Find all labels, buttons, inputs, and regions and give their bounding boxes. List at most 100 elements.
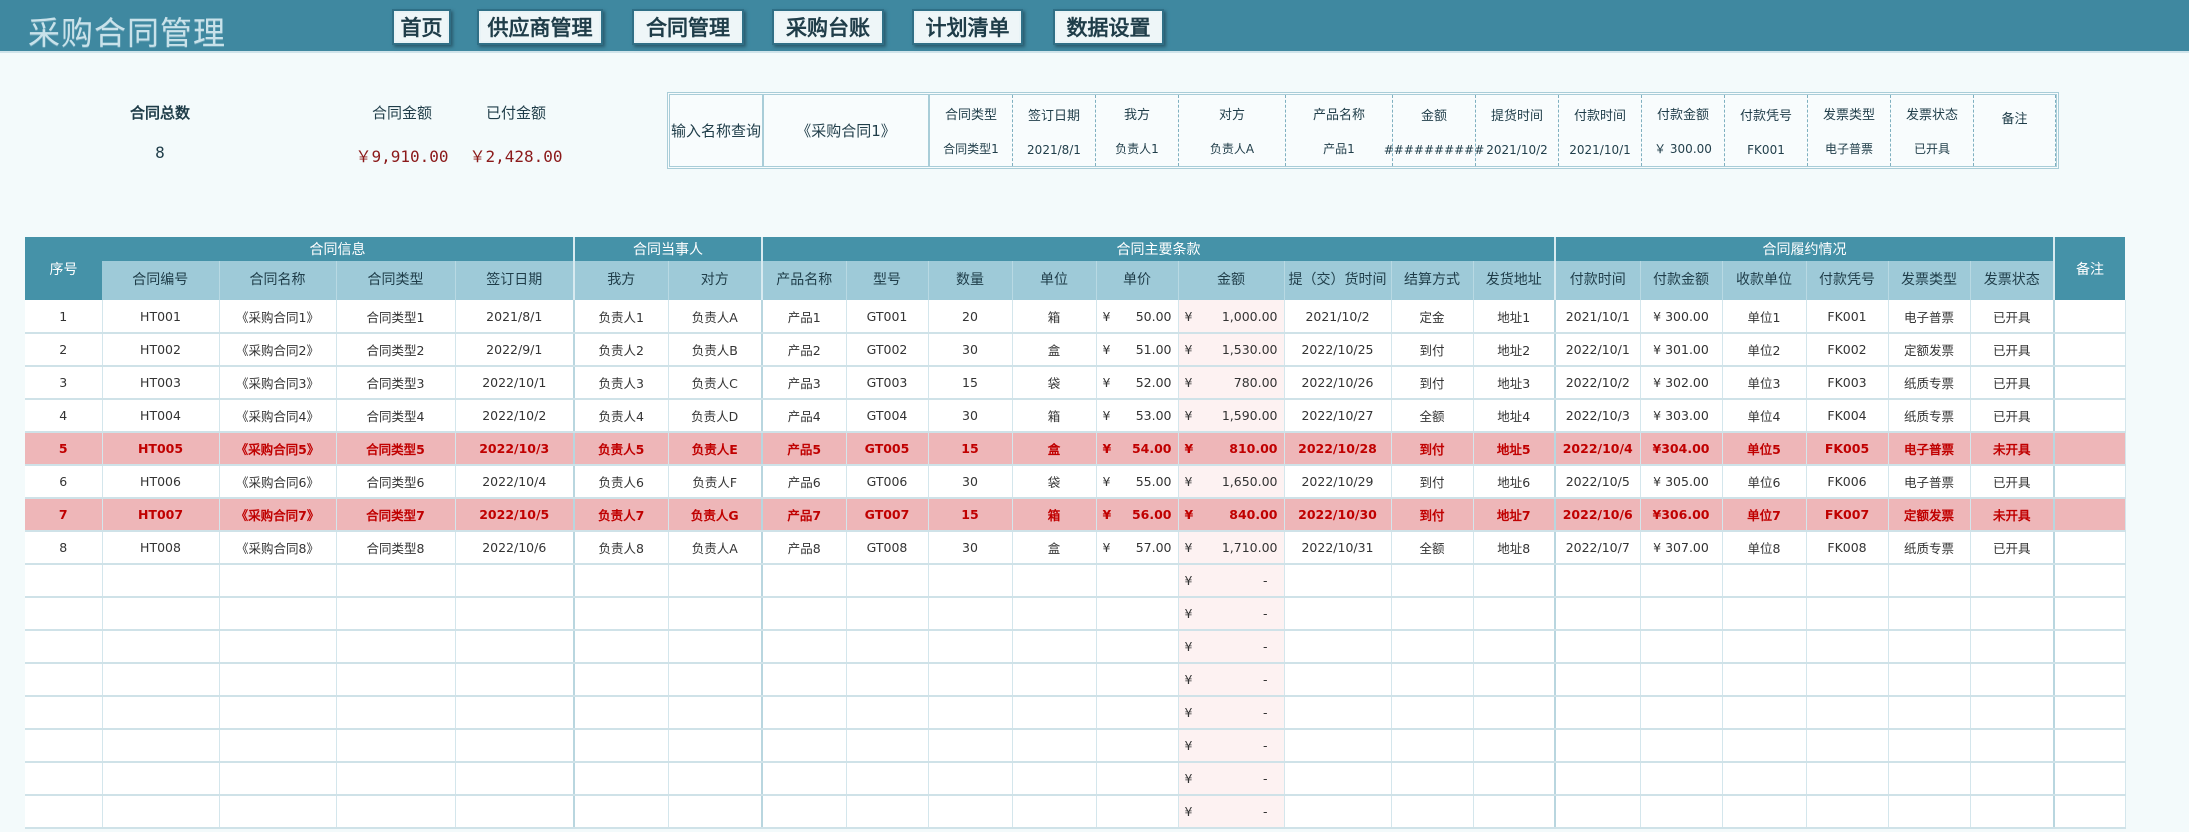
table-cell[interactable] [102,564,220,598]
column-header[interactable]: 付款时间 [1555,261,1641,300]
table-cell[interactable] [1722,597,1807,631]
table-cell[interactable] [1391,663,1474,697]
table-cell[interactable] [1555,564,1641,598]
table-cell[interactable] [1722,630,1807,664]
table-cell[interactable] [928,663,1013,697]
table-cell[interactable] [1473,696,1556,730]
table-cell[interactable] [574,663,669,697]
table-cell[interactable] [1888,630,1971,664]
empty-row[interactable]: ¥ - [25,696,2126,730]
table-cell[interactable] [762,762,847,796]
table-cell[interactable] [1096,663,1179,697]
table-cell[interactable] [1284,729,1392,763]
table-cell[interactable] [762,564,847,598]
table-cell[interactable] [1096,762,1179,796]
table-cell[interactable] [219,564,337,598]
table-cell[interactable] [1391,795,1474,829]
column-header[interactable]: 合同名称 [219,261,337,300]
table-cell[interactable] [1806,696,1889,730]
table-cell[interactable] [1640,762,1723,796]
table-cell[interactable] [846,564,929,598]
table-cell[interactable] [928,564,1013,598]
column-header[interactable]: 金额 [1178,261,1285,300]
nav-button-3[interactable]: 采购台账 [772,9,884,45]
table-cell[interactable] [1640,729,1723,763]
table-cell[interactable] [1806,597,1889,631]
table-cell[interactable] [1391,564,1474,598]
empty-row[interactable]: ¥ - [25,663,2126,697]
table-cell[interactable] [1284,564,1392,598]
column-header[interactable]: 单位 [1012,261,1097,300]
table-cell[interactable] [219,729,337,763]
table-row[interactable]: 1 HT001 《采购合同1》 合同类型1 2021/8/1 负责人1 负责人A 产品1 GT0… [25,300,2126,334]
table-cell[interactable] [846,729,929,763]
table-cell[interactable] [574,564,669,598]
table-cell[interactable] [1391,696,1474,730]
table-cell[interactable] [455,795,575,829]
nav-button-5[interactable]: 数据设置 [1053,9,1164,45]
table-cell[interactable] [668,795,763,829]
table-cell[interactable] [1096,729,1179,763]
table-cell[interactable] [336,564,456,598]
table-cell[interactable] [25,696,103,730]
table-cell[interactable] [1970,597,2055,631]
table-cell[interactable] [1012,663,1097,697]
table-cell[interactable] [1888,762,1971,796]
table-cell[interactable] [102,795,220,829]
table-cell[interactable] [2054,762,2126,796]
table-cell[interactable] [1012,564,1097,598]
table-cell[interactable] [668,729,763,763]
table-cell[interactable] [2054,597,2126,631]
table-cell[interactable] [1284,597,1392,631]
table-cell[interactable] [668,696,763,730]
table-cell[interactable] [1970,762,2055,796]
nav-button-0[interactable]: 首页 [392,9,451,45]
search-input[interactable]: 《采购合同1》 [764,95,930,166]
table-cell[interactable] [1473,564,1556,598]
table-cell[interactable] [1555,729,1641,763]
table-cell[interactable] [25,597,103,631]
table-cell[interactable] [1806,762,1889,796]
table-cell[interactable] [928,696,1013,730]
table-cell[interactable] [1888,597,1971,631]
table-cell[interactable] [102,597,220,631]
table-cell[interactable] [1391,597,1474,631]
column-header[interactable]: 提（交）货时间 [1284,261,1392,300]
table-cell[interactable] [1555,795,1641,829]
column-header[interactable]: 单价 [1096,261,1179,300]
column-header[interactable]: 型号 [846,261,929,300]
table-cell[interactable] [455,663,575,697]
table-cell[interactable] [1640,663,1723,697]
nav-button-4[interactable]: 计划清单 [912,9,1023,45]
table-cell[interactable] [928,729,1013,763]
table-cell[interactable] [336,762,456,796]
table-cell[interactable] [1284,630,1392,664]
table-cell[interactable] [1640,630,1723,664]
table-cell[interactable] [1096,795,1179,829]
table-cell[interactable] [1555,663,1641,697]
table-cell[interactable] [1806,564,1889,598]
table-cell[interactable] [336,696,456,730]
table-cell[interactable] [1012,597,1097,631]
table-cell[interactable] [102,762,220,796]
table-row[interactable]: 2 HT002 《采购合同2》 合同类型2 2022/9/1 负责人2 负责人B 产品2 GT0… [25,333,2126,367]
table-cell[interactable] [668,762,763,796]
table-cell[interactable] [574,630,669,664]
column-header[interactable]: 收款单位 [1722,261,1807,300]
table-cell[interactable] [1806,795,1889,829]
empty-row[interactable]: ¥ - [25,597,2126,631]
table-cell[interactable] [1473,795,1556,829]
table-cell[interactable] [1012,696,1097,730]
table-cell[interactable] [219,762,337,796]
table-cell[interactable] [574,597,669,631]
table-cell[interactable] [1391,630,1474,664]
table-cell[interactable] [25,795,103,829]
table-cell[interactable] [1473,663,1556,697]
table-cell[interactable] [336,729,456,763]
table-cell[interactable] [1284,663,1392,697]
empty-row[interactable]: ¥ - [25,564,2126,598]
table-cell[interactable] [25,630,103,664]
table-cell[interactable] [846,630,929,664]
column-header[interactable]: 数量 [928,261,1013,300]
table-cell[interactable] [219,597,337,631]
